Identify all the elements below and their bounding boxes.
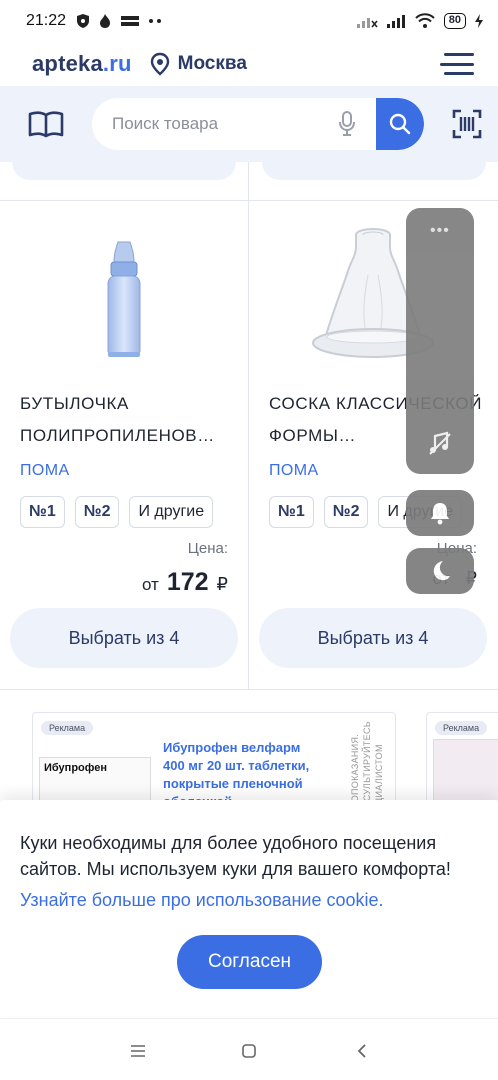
ad-badge: Реклама [41,721,94,735]
menu-line [444,53,474,56]
logo-suffix: .ru [102,51,132,76]
ad-text: Ибупрофен велфарм 400 мг 20 шт. таблетки… [163,740,310,800]
logo[interactable]: apteka.ru [32,51,132,77]
choose-variant-button[interactable]: Выбрать из 4 [10,608,238,668]
shield-icon [77,14,90,28]
variant-chip[interactable]: №1 [269,496,314,528]
city-selector[interactable]: Москва [150,52,247,76]
ad-badge: Реклама [435,721,488,735]
product-price: от 172 ₽ [142,568,228,597]
product-title[interactable]: БУТЫЛОЧКА ПОЛИПРОПИЛЕНОВ… [20,388,240,452]
search-icon [389,113,411,135]
status-left-icons [76,13,162,29]
location-pin-icon [150,52,169,76]
system-nav-bar [0,1018,498,1080]
back-chevron-icon [357,1044,366,1058]
music-off-icon[interactable] [427,430,453,456]
price-label: Цена: [187,540,228,557]
notification-toggle[interactable] [406,490,474,536]
recent-apps-button[interactable] [126,1039,150,1063]
menu-icon[interactable] [440,53,474,75]
status-time: 21:22 [26,12,67,29]
app-header: apteka.ru Москва [0,42,498,86]
dark-mode-toggle[interactable] [406,548,474,594]
ad-disclaimer: ЕСТЬ ПРОТИВОПОКАЗАНИЯ. ПРОКОНСУЛЬТИРУЙТЕ… [350,721,384,800]
catalog-button[interactable] [26,104,66,144]
search-strip [0,86,498,162]
moon-icon [433,561,450,581]
product-card[interactable]: БУТЫЛОЧКА ПОЛИПРОПИЛЕНОВ… ПОМА №1 №2 И д… [0,200,248,690]
search-button[interactable] [376,98,424,150]
barcode-scan-icon [452,109,482,139]
wifi-icon [415,13,435,28]
product-image[interactable] [0,220,248,380]
more-dots-icon [149,19,162,23]
more-dots-icon[interactable]: ••• [430,222,450,240]
baby-bottle-image [107,241,141,357]
square-icon [242,1044,256,1058]
microphone-icon[interactable] [338,111,356,137]
variant-chips: №1 №2 И другие [20,496,214,528]
variant-chip[interactable]: №2 [74,496,120,528]
back-button[interactable] [350,1039,374,1063]
product-brand[interactable]: ПОМА [269,462,319,480]
signal-icon [386,15,405,28]
ad-product-pack: Ибупрофен [39,757,151,800]
ad-product-pack [433,739,498,800]
ad-pack-title: Ибупрофен [44,762,107,774]
ads-carousel: Реклама Ибупрофен Ибупрофен велфарм 400 … [0,690,498,800]
cookie-banner: Куки необходимы для более удобного посещ… [0,800,498,1016]
price-value: 172 [166,568,209,596]
variant-chip-other[interactable]: И другие [129,496,214,528]
battery-icon: 80 [443,13,466,29]
search-box [92,98,424,150]
app-badge-icon [121,16,140,26]
floating-sidebar[interactable]: ••• [406,208,474,474]
choose-variant-button[interactable]: Выбрать из 4 [259,608,487,668]
cookie-text: Куки необходимы для более удобного посещ… [20,833,451,879]
menu-line [444,72,474,75]
signal-off-icon [356,18,378,28]
cookie-agree-button[interactable]: Согласен [177,935,322,989]
logo-main: apteka [32,51,103,76]
charging-icon [475,14,483,28]
cookie-policy-link[interactable]: Узнайте больше про использование cookie. [20,890,384,911]
price-prefix: от [141,575,159,594]
bell-icon [431,503,449,525]
variant-chip[interactable]: №1 [20,496,65,528]
product-brand[interactable]: ПОМА [20,462,70,480]
flame-icon [100,14,111,28]
book-icon [28,111,64,138]
menu-lines-icon [131,1045,145,1057]
price-currency: ₽ [216,574,228,594]
ad-banner[interactable]: Реклама [426,712,498,800]
variant-chip[interactable]: №2 [323,496,369,528]
barcode-scan-button[interactable] [450,107,484,141]
status-bar: 21:22 80 [0,0,498,42]
city-label: Москва [177,53,247,74]
menu-line [440,62,474,66]
home-button[interactable] [237,1039,261,1063]
status-right: 80 [356,13,484,29]
search-input[interactable] [112,114,332,134]
ad-banner[interactable]: Реклама Ибупрофен Ибупрофен велфарм 400 … [32,712,396,800]
